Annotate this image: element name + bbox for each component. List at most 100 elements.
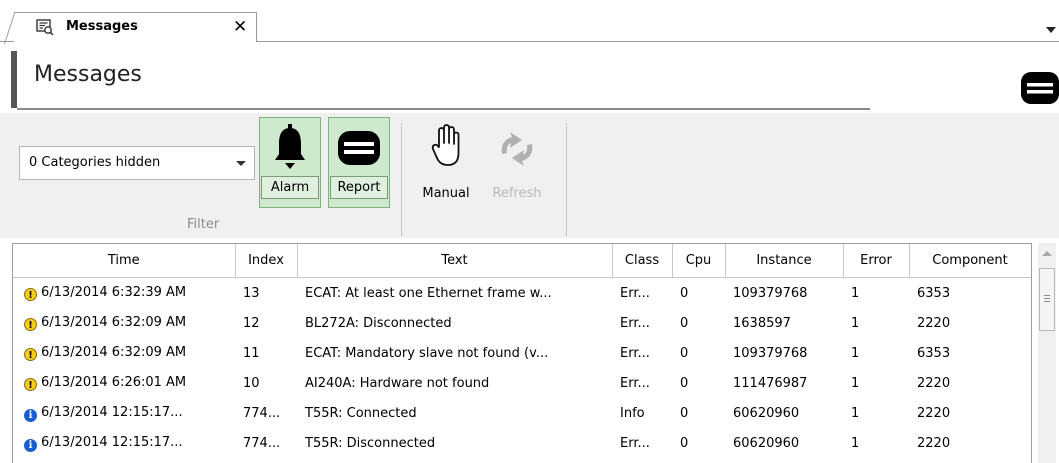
cell-text: ECAT: At least one Ethernet frame w... — [305, 285, 552, 301]
cell-instance: 1638597 — [733, 315, 791, 331]
cell-error: 1 — [851, 345, 860, 361]
column-header-index[interactable]: Index — [235, 244, 298, 278]
table-header-row: Time Index Text Class Cpu Instance Error… — [13, 244, 1031, 278]
cell-cpu: 0 — [680, 315, 689, 331]
header-accent-bar — [11, 51, 17, 108]
column-header-component[interactable]: Component — [909, 244, 1031, 278]
column-header-class[interactable]: Class — [612, 244, 673, 278]
cell-cpu: 0 — [680, 345, 689, 361]
cell-time: 6/13/2014 6:26:01 AM — [41, 375, 187, 390]
warning-icon: ! — [24, 348, 37, 361]
cell-index: 774... — [243, 435, 281, 451]
cell-error: 1 — [851, 285, 860, 301]
messages-doc-icon — [36, 19, 54, 40]
report-label: Report — [330, 176, 388, 199]
refresh-button[interactable]: Refresh — [484, 117, 550, 208]
ribbon-toolbar: 0 Categories hidden Filter Alarm Report — [0, 113, 1059, 238]
hand-icon — [413, 123, 479, 171]
manual-label: Manual — [422, 186, 470, 201]
messages-table: Time Index Text Class Cpu Instance Error… — [13, 244, 1031, 458]
table-row[interactable]: i 6/13/2014 12:15:17... 774... T55R: Disc… — [13, 428, 1031, 458]
cell-cpu: 0 — [680, 435, 689, 451]
column-header-text[interactable]: Text — [297, 244, 613, 278]
cell-error: 1 — [851, 375, 860, 391]
cell-error: 1 — [851, 405, 860, 421]
cell-component: 6353 — [917, 285, 951, 301]
cell-class: Err... — [620, 345, 650, 361]
cell-instance: 109379768 — [733, 345, 808, 361]
cell-text: BL272A: Disconnected — [305, 315, 452, 331]
messages-grid: Time Index Text Class Cpu Instance Error… — [12, 243, 1032, 463]
cell-text: AI240A: Hardware not found — [305, 375, 490, 391]
chevron-down-icon — [236, 161, 246, 166]
cell-component: 2220 — [917, 315, 951, 331]
cell-error: 1 — [851, 315, 860, 331]
alarm-toggle-button[interactable]: Alarm — [259, 117, 321, 208]
info-icon: i — [24, 438, 37, 452]
cell-time: 6/13/2014 6:32:09 AM — [41, 345, 187, 360]
table-row[interactable]: i 6/13/2014 12:15:17... 774... T55R: Conn… — [13, 398, 1031, 428]
column-header-error[interactable]: Error — [843, 244, 910, 278]
chevron-down-icon[interactable] — [1046, 22, 1056, 37]
menu-icon[interactable] — [1021, 72, 1059, 104]
cell-component: 2220 — [917, 375, 951, 391]
scroll-up-icon[interactable] — [1042, 251, 1052, 256]
cell-instance: 60620960 — [733, 435, 800, 451]
tab-title: Messages — [66, 19, 138, 34]
ribbon-separator — [566, 123, 567, 236]
column-header-cpu[interactable]: Cpu — [672, 244, 726, 278]
table-row[interactable]: ! 6/13/2014 6:26:01 AM 10 AI240A: Hardwar… — [13, 368, 1031, 398]
cell-instance: 111476987 — [733, 375, 808, 391]
grip-icon — [1044, 295, 1050, 296]
cell-cpu: 0 — [680, 285, 689, 301]
table-row[interactable]: ! 6/13/2014 6:32:09 AM 11 ECAT: Mandatory… — [13, 338, 1031, 368]
cell-class: Err... — [620, 435, 650, 451]
cell-index: 13 — [243, 285, 260, 301]
cell-cpu: 0 — [680, 405, 689, 421]
close-icon[interactable]: ✕ — [233, 17, 247, 37]
cell-index: 12 — [243, 315, 260, 331]
cell-component: 2220 — [917, 435, 951, 451]
warning-icon: ! — [24, 318, 37, 331]
cell-text: ECAT: Mandatory slave not found (v... — [305, 345, 549, 361]
page-header: Messages — [11, 48, 1059, 110]
header-underline — [17, 108, 870, 110]
cell-instance: 60620960 — [733, 405, 800, 421]
report-icon — [329, 124, 389, 170]
warning-icon: ! — [24, 378, 37, 391]
refresh-icon — [484, 131, 550, 171]
table-row[interactable]: ! 6/13/2014 6:32:09 AM 12 BL272A: Disconn… — [13, 308, 1031, 338]
cell-index: 10 — [243, 375, 260, 391]
scrollbar-thumb[interactable] — [1039, 268, 1055, 331]
page-title: Messages — [34, 62, 142, 87]
alarm-label: Alarm — [261, 176, 319, 199]
cell-error: 1 — [851, 435, 860, 451]
document-tab-strip: Messages ✕ — [0, 0, 1059, 44]
cell-instance: 109379768 — [733, 285, 808, 301]
warning-icon: ! — [24, 288, 37, 301]
table-row[interactable]: ! 6/13/2014 6:32:39 AM 13 ECAT: At least … — [13, 278, 1031, 309]
cell-class: Err... — [620, 375, 650, 391]
manual-button[interactable]: Manual — [413, 117, 479, 208]
cell-time: 6/13/2014 6:32:39 AM — [41, 285, 187, 300]
cell-text: T55R: Connected — [305, 405, 417, 421]
column-header-instance[interactable]: Instance — [725, 244, 844, 278]
tab-messages[interactable]: Messages ✕ — [4, 12, 257, 44]
column-header-time[interactable]: Time — [13, 244, 236, 278]
cell-class: Err... — [620, 315, 650, 331]
vertical-scrollbar[interactable] — [1038, 243, 1056, 463]
cell-class: Info — [620, 405, 645, 421]
cell-time: 6/13/2014 6:32:09 AM — [41, 315, 187, 330]
bell-icon — [260, 124, 320, 174]
tab-edge — [4, 12, 16, 44]
cell-cpu: 0 — [680, 375, 689, 391]
filter-group-label: Filter — [187, 217, 220, 232]
category-filter-dropdown[interactable]: 0 Categories hidden — [19, 146, 255, 180]
cell-time: 6/13/2014 12:15:17... — [41, 404, 183, 420]
report-toggle-button[interactable]: Report — [328, 117, 390, 208]
cell-text: T55R: Disconnected — [305, 435, 436, 451]
cell-component: 6353 — [917, 345, 951, 361]
refresh-label: Refresh — [492, 186, 542, 201]
cell-class: Err... — [620, 285, 650, 301]
ribbon-separator — [401, 123, 402, 236]
